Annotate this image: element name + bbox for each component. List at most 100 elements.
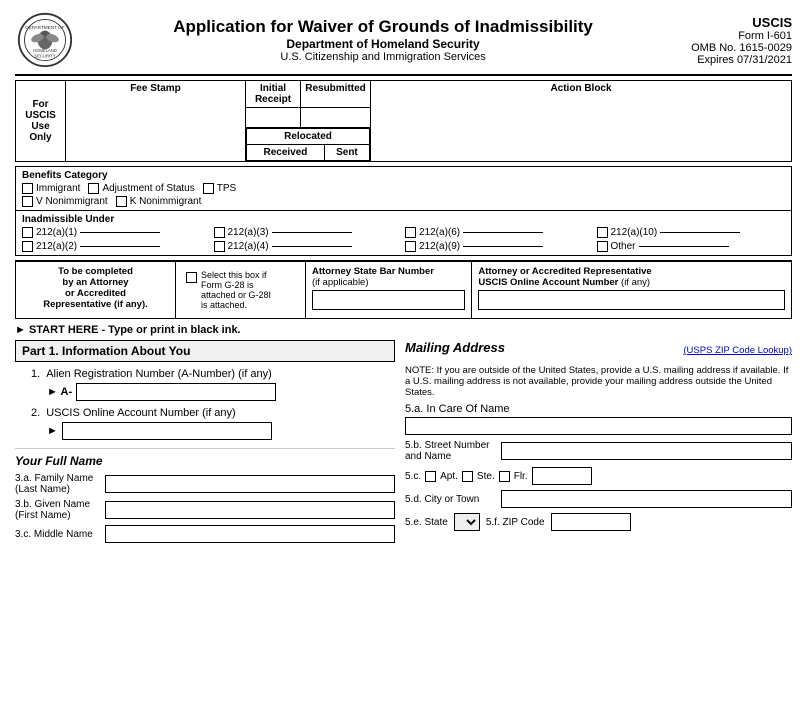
field3a-row: 3.a. Family Name(Last Name): [15, 473, 395, 495]
relocated-label: Relocated: [247, 129, 370, 145]
field3c-row: 3.c. Middle Name: [15, 525, 395, 543]
k-nonimmigrant-label: K Nonimmigrant: [130, 196, 202, 207]
account-row: ►: [31, 422, 395, 440]
field5e-label: 5.e. State: [405, 517, 448, 528]
benefits-checkboxes: Immigrant Adjustment of Status TPS: [22, 183, 785, 194]
inadmissible-212a6: 212(a)(6): [405, 227, 594, 238]
attorney-col4: Attorney or Accredited RepresentativeUSC…: [472, 262, 791, 318]
field5a-label: 5.a. In Care Of Name: [405, 403, 792, 415]
212a6-checkbox[interactable]: [405, 227, 416, 238]
field2-number-label: 2. USCIS Online Account Number (if any): [31, 407, 395, 419]
field5d-label: 5.d. City or Town: [405, 494, 495, 505]
immigrant-label: Immigrant: [36, 183, 80, 194]
field2-label: USCIS Online Account Number (if any): [46, 407, 236, 419]
cb-tps: TPS: [203, 183, 236, 194]
a-number-row: ► A-: [31, 383, 395, 401]
apt-checkbox[interactable]: [425, 471, 436, 482]
other-checkbox[interactable]: [597, 241, 608, 252]
field5a-num: 5.a.: [405, 403, 426, 415]
fee-stamp-label: Fee Stamp: [70, 83, 241, 94]
field2-num: 2.: [31, 407, 40, 419]
212a3-field[interactable]: [272, 232, 352, 233]
middle-name-input[interactable]: [105, 525, 395, 543]
212a10-checkbox[interactable]: [597, 227, 608, 238]
212a4-field[interactable]: [272, 246, 352, 247]
sent-label: Sent: [324, 145, 369, 161]
212a9-checkbox[interactable]: [405, 241, 416, 252]
212a9-field[interactable]: [463, 246, 543, 247]
right-column: Mailing Address (USPS ZIP Code Lookup) N…: [405, 340, 792, 547]
family-name-input[interactable]: [105, 475, 395, 493]
212a3-checkbox[interactable]: [214, 227, 225, 238]
received-label: Received: [247, 145, 325, 161]
field5a-name: In Care Of Name: [426, 403, 509, 415]
g28-text: Select this box ifForm G-28 isattached o…: [201, 270, 271, 310]
account-arrow: ►: [47, 425, 58, 437]
212a10-field[interactable]: [660, 232, 740, 233]
expires-date: Expires 07/31/2021: [691, 54, 792, 66]
cb-immigrant: Immigrant: [22, 183, 80, 194]
atty-bar-label: Attorney State Bar Number(if applicable): [312, 266, 465, 288]
attorney-col3: Attorney State Bar Number(if applicable): [306, 262, 472, 318]
tps-checkbox[interactable]: [203, 183, 214, 194]
212a4-checkbox[interactable]: [214, 241, 225, 252]
fee-table: ForUSCISUseOnly Fee Stamp InitialReceipt…: [15, 80, 792, 162]
field3b-row: 3.b. Given Name(First Name): [15, 499, 395, 521]
resubmitted-field: [301, 108, 371, 128]
a-number-input[interactable]: [76, 383, 276, 401]
inadmissible-212a4: 212(a)(4): [214, 241, 403, 252]
your-full-name-header: Your Full Name: [15, 448, 395, 468]
other-label: Other: [611, 241, 636, 252]
212a1-field[interactable]: [80, 232, 160, 233]
benefits-inadmissible-section: Benefits Category Immigrant Adjustment o…: [15, 166, 792, 256]
header-right: USCIS Form I-601 OMB No. 1615-0029 Expir…: [691, 15, 792, 66]
field1-number-label: 1. Alien Registration Number (A-Number) …: [31, 368, 395, 380]
usps-link[interactable]: (USPS ZIP Code Lookup): [683, 345, 792, 356]
state-select[interactable]: [454, 513, 480, 531]
212a2-field[interactable]: [80, 246, 160, 247]
field5b-container: 5.b. Street Numberand Name: [405, 440, 792, 462]
flr-checkbox[interactable]: [499, 471, 510, 482]
g28-checkbox[interactable]: [186, 272, 197, 283]
attorney-col2: Select this box ifForm G-28 isattached o…: [176, 262, 306, 318]
212a6-field[interactable]: [463, 232, 543, 233]
mailing-note: NOTE: If you are outside of the United S…: [405, 365, 792, 398]
start-here-text: ► START HERE - Type or print in black in…: [15, 324, 792, 336]
attorney-bar-number-input[interactable]: [312, 290, 465, 310]
adjustment-checkbox[interactable]: [88, 183, 99, 194]
inadmissible-212a3: 212(a)(3): [214, 227, 403, 238]
main-two-col: Part 1. Information About You 1. Alien R…: [15, 340, 792, 547]
city-town-input[interactable]: [501, 490, 792, 508]
atty-account-label: Attorney or Accredited RepresentativeUSC…: [478, 266, 785, 288]
adjustment-label: Adjustment of Status: [102, 183, 194, 194]
212a1-checkbox[interactable]: [22, 227, 33, 238]
account-number-input[interactable]: [62, 422, 272, 440]
given-name-input[interactable]: [105, 501, 395, 519]
field1-num: 1.: [31, 368, 40, 380]
form-title: Application for Waiver of Grounds of Ina…: [75, 17, 691, 37]
ste-checkbox[interactable]: [462, 471, 473, 482]
part1-header: Part 1. Information About You: [15, 340, 395, 362]
header-center: Application for Waiver of Grounds of Ina…: [75, 17, 691, 63]
v-nonimmigrant-checkbox[interactable]: [22, 196, 33, 207]
field5c-num: 5.c.: [405, 471, 421, 482]
attorney-account-number-input[interactable]: [478, 290, 785, 310]
flr-label: Flr.: [514, 471, 528, 482]
cb-k-nonimmigrant: K Nonimmigrant: [116, 196, 202, 207]
inadmissible-section: Inadmissible Under 212(a)(1) 212(a)(3) 2…: [16, 210, 791, 255]
attorney-section: To be completedby an Attorneyor Accredit…: [15, 260, 792, 319]
field5f-label: 5.f. ZIP Code: [486, 517, 545, 528]
mailing-address-header: Mailing Address: [405, 340, 505, 355]
212a2-checkbox[interactable]: [22, 241, 33, 252]
inadmissible-212a10: 212(a)(10): [597, 227, 786, 238]
field5a-container: 5.a. In Care Of Name: [405, 403, 792, 435]
uscis-logo: DEPARTMENT OF HOMELAND SECURITY: [15, 10, 75, 70]
in-care-of-input[interactable]: [405, 417, 792, 435]
immigrant-checkbox[interactable]: [22, 183, 33, 194]
k-nonimmigrant-checkbox[interactable]: [116, 196, 127, 207]
field1-container: 1. Alien Registration Number (A-Number) …: [15, 368, 395, 401]
zip-code-input[interactable]: [551, 513, 631, 531]
other-field[interactable]: [639, 246, 729, 247]
street-number-input[interactable]: [501, 442, 792, 460]
apt-ste-flr-input[interactable]: [532, 467, 592, 485]
